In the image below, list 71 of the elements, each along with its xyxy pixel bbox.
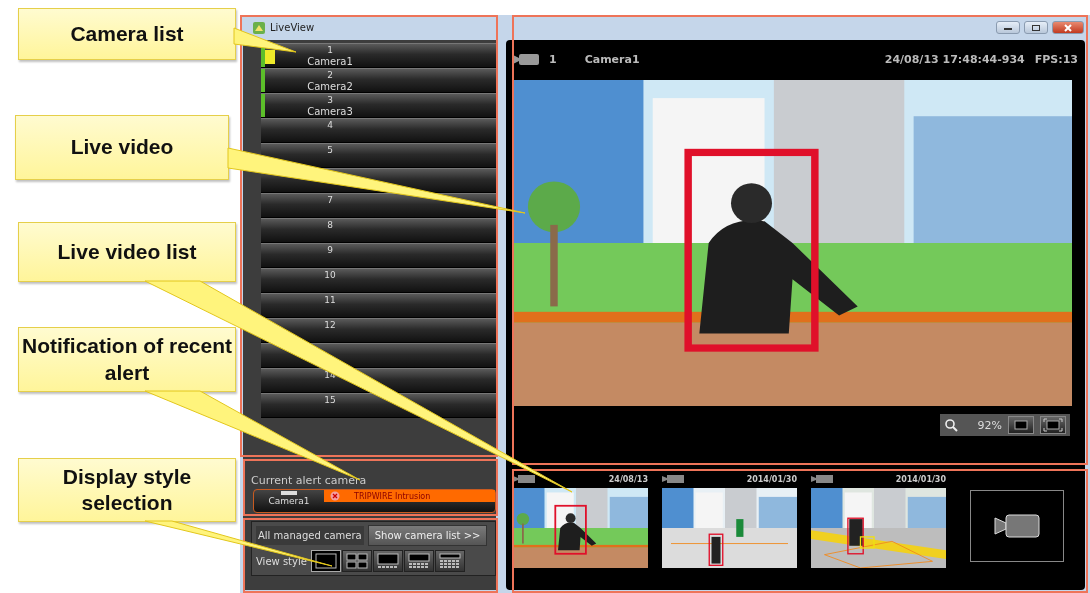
window-title: LiveView (270, 22, 315, 33)
alert-icon (330, 491, 340, 501)
camera-number: 8 (327, 220, 333, 231)
timestamp: 2014/01/30 (895, 474, 946, 484)
camera-icon (662, 474, 684, 484)
alert-card[interactable]: Camera1 TRIPWIRE Intrusion (253, 489, 496, 513)
camera-slot[interactable]: 7 (261, 193, 496, 218)
camera-name: Camera3 (307, 106, 353, 117)
camera-name: Camera1 (268, 496, 310, 507)
camera-number: 3 (327, 95, 333, 106)
close-button[interactable] (1052, 21, 1084, 34)
tab[interactable]: All managed camera (256, 526, 364, 545)
camera-icon (281, 490, 297, 496)
section-title: Current alert camera (251, 474, 368, 487)
camera-slot[interactable]: 8 (261, 218, 496, 243)
zoom-level: 92% (977, 418, 1002, 432)
camera-slot[interactable]: 11 (261, 293, 496, 318)
camera-slot[interactable]: 9 (261, 243, 496, 268)
camera-icon (513, 474, 535, 484)
camera-name: Camera1 (584, 52, 640, 66)
camera-number: 9 (327, 245, 333, 256)
callout-label: Live video list (18, 222, 236, 282)
camera-slot[interactable]: 3 Camera3 (261, 93, 496, 118)
camera-number: 1 (327, 45, 333, 56)
actual-size-button[interactable] (1008, 416, 1034, 434)
field-label: View style (256, 555, 307, 567)
camera-icon (513, 52, 539, 66)
fit-window-button[interactable] (1040, 416, 1066, 434)
camera-slot[interactable]: 2 Camera2 (261, 68, 496, 93)
camera-icon (811, 474, 833, 484)
callout-label: Live video (15, 115, 229, 180)
maximize-button[interactable] (1024, 21, 1048, 34)
view-style-button[interactable] (310, 550, 341, 572)
camera-number: 11 (324, 295, 336, 306)
status-stripe (261, 69, 265, 92)
view-style-button[interactable] (434, 550, 465, 572)
camera-number: 15 (324, 395, 336, 406)
video-camera-icon (994, 512, 1040, 540)
camera-slot[interactable]: 5 (261, 143, 496, 168)
maximize-icon (1031, 23, 1041, 32)
minimize-button[interactable] (996, 21, 1020, 34)
app-icon (252, 20, 266, 35)
camera-slot[interactable]: 1 Camera1 (261, 43, 496, 68)
camera-number: 5 (327, 145, 333, 156)
camera-number: 4 (327, 120, 333, 131)
fit-screen-icon (1043, 418, 1063, 432)
camera-name: Camera1 (307, 56, 353, 67)
show-list-button[interactable]: Show camera list >> (367, 525, 488, 546)
status-stripe (261, 94, 265, 117)
view-style-button[interactable] (372, 550, 403, 572)
timestamp: 2014/01/30 (746, 474, 797, 484)
callout-label: Display style selection (18, 458, 236, 522)
view-style-button[interactable] (403, 550, 434, 572)
timestamp: 24/08/13 17:48:44-934 (884, 52, 1025, 66)
camera-name: Camera2 (307, 81, 353, 92)
callout-label: Notification of recent alert (18, 327, 236, 392)
camera-number: 12 (324, 320, 336, 331)
camera-number: 2 (327, 70, 333, 81)
zoom-icon[interactable] (943, 418, 958, 432)
close-icon (1063, 23, 1073, 32)
camera-slot[interactable]: 4 (261, 118, 496, 143)
view-style-button[interactable] (341, 550, 372, 572)
camera-number: 7 (327, 195, 333, 206)
camera-number: 10 (324, 270, 336, 281)
timestamp: 24/08/13 (608, 474, 648, 484)
callout-label: Camera list (18, 8, 236, 60)
alert-message: TRIPWIRE Intrusion (354, 491, 431, 501)
frame-rate: FPS:13 (1034, 52, 1078, 66)
camera-number: 1 (549, 52, 557, 66)
camera-slot[interactable]: 10 (261, 268, 496, 293)
screen-icon (1014, 420, 1028, 430)
